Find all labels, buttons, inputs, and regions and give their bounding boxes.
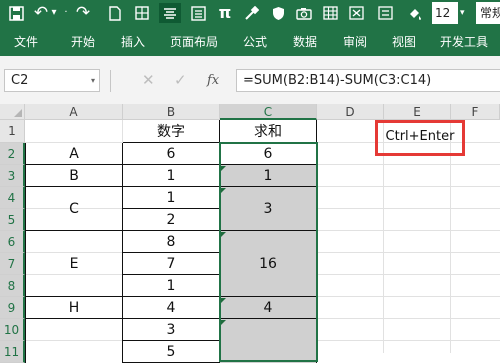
name-box[interactable]: C2 ▾	[4, 69, 100, 92]
ctrl-enter-annotation: Ctrl+Enter	[375, 120, 465, 156]
cell-a2[interactable]: A	[25, 143, 123, 165]
save-icon[interactable]	[6, 3, 26, 23]
cell-a10-merged[interactable]	[25, 319, 123, 363]
row-header-4[interactable]: 4	[0, 187, 25, 209]
tab-formulas[interactable]: 公式	[243, 28, 267, 56]
cell-c3[interactable]: 1	[220, 165, 317, 187]
font-style-box[interactable]: 常规	[476, 2, 500, 24]
cell-c2[interactable]: 6	[220, 143, 317, 165]
tab-file[interactable]: 文件	[14, 28, 38, 56]
overflow-icon[interactable]: ·	[62, 3, 70, 23]
cell-a4-merged[interactable]: C	[25, 187, 123, 231]
cell-a9[interactable]: H	[25, 297, 123, 319]
cell-c6-value: 16	[259, 255, 277, 272]
formula-indicator-icon	[221, 320, 226, 325]
clear-format-icon[interactable]	[346, 3, 366, 23]
select-all-corner[interactable]	[0, 104, 25, 120]
cell-c10-merged[interactable]	[220, 319, 317, 363]
row-header-3[interactable]: 3	[0, 165, 25, 187]
redo-icon[interactable]: ↷	[74, 3, 92, 23]
name-box-value: C2	[11, 73, 29, 88]
list-format-icon[interactable]	[375, 3, 395, 23]
tab-view[interactable]: 视图	[392, 28, 416, 56]
cell-b9[interactable]: 4	[123, 297, 220, 319]
row-header-2[interactable]: 2	[0, 143, 25, 165]
formula-bar: C2 ▾ ✕ ✓ fx =SUM(B2:B14)-SUM(C3:C14)	[0, 56, 500, 104]
cell-b10[interactable]: 3	[123, 319, 220, 341]
row-header-11[interactable]: 11	[0, 341, 25, 363]
formula-indicator-icon	[221, 232, 226, 237]
shield-icon[interactable]	[269, 3, 287, 23]
insert-function-button[interactable]: fx	[207, 69, 219, 92]
name-box-dropdown-icon[interactable]: ▾	[91, 70, 95, 91]
camera-icon[interactable]	[295, 3, 313, 23]
quick-access-toolbar: ↶ ▾ · ↷ π 12 ▾ 常规	[0, 0, 500, 28]
column-header-b[interactable]: B	[123, 104, 220, 120]
cell-b3[interactable]: 1	[123, 165, 220, 187]
cell-a6-merged[interactable]: E	[25, 231, 123, 297]
cell-b5[interactable]: 2	[123, 209, 220, 231]
format-painter-icon[interactable]	[242, 3, 260, 23]
table-icon[interactable]	[320, 3, 340, 23]
undo-dropdown-icon[interactable]: ▾	[49, 3, 59, 23]
cell-c6-merged[interactable]: 16	[220, 231, 317, 297]
tab-insert[interactable]: 插入	[121, 28, 145, 56]
undo-icon[interactable]: ↶	[33, 3, 49, 23]
cell-b2[interactable]: 6	[123, 143, 220, 165]
font-size-box[interactable]: 12	[432, 2, 458, 24]
row-header-10[interactable]: 10	[0, 319, 25, 341]
tab-review[interactable]: 审阅	[343, 28, 367, 56]
cell-c1[interactable]: 求和	[220, 120, 317, 143]
enter-icon[interactable]: ✓	[174, 69, 187, 92]
column-header-e[interactable]: E	[384, 104, 451, 120]
cell-b4[interactable]: 1	[123, 187, 220, 209]
formula-indicator-icon	[221, 298, 226, 303]
column-header-f[interactable]: F	[451, 104, 500, 120]
formula-indicator-icon	[221, 188, 226, 193]
tab-page-layout[interactable]: 页面布局	[170, 28, 218, 56]
column-header-a[interactable]: A	[25, 104, 123, 120]
cell-c9[interactable]: 4	[220, 297, 317, 319]
formula-input[interactable]: =SUM(B2:B14)-SUM(C3:C14)	[236, 69, 500, 92]
cell-a3[interactable]: B	[25, 165, 123, 187]
row-header-8[interactable]: 8	[0, 275, 25, 297]
pi-icon[interactable]: π	[216, 3, 234, 23]
row-header-9[interactable]: 9	[0, 297, 25, 319]
ribbon-tabs: 文件 开始 插入 页面布局 公式 数据 审阅 视图 开发工具	[0, 28, 500, 56]
borders-icon[interactable]	[133, 3, 151, 23]
tab-data[interactable]: 数据	[293, 28, 317, 56]
cell-b7[interactable]: 7	[123, 253, 220, 275]
formula-bar-divider	[110, 70, 111, 92]
cell-b8[interactable]: 1	[123, 275, 220, 297]
row-header-7[interactable]: 7	[0, 253, 25, 275]
fill-color-icon[interactable]	[404, 3, 424, 23]
row-header-1[interactable]: 1	[0, 120, 25, 143]
cancel-icon[interactable]: ✕	[142, 69, 155, 92]
cell-b11[interactable]: 5	[123, 341, 220, 363]
cell-c4-value: 3	[263, 200, 273, 217]
row-header-5[interactable]: 5	[0, 209, 25, 231]
formula-indicator-icon	[221, 166, 226, 171]
tab-home[interactable]: 开始	[71, 28, 95, 56]
font-size-dropdown-icon[interactable]: ▾	[460, 2, 472, 24]
new-document-icon[interactable]	[106, 3, 124, 23]
column-header-c[interactable]: C	[220, 104, 317, 120]
cell-c4-merged[interactable]: 3	[220, 187, 317, 231]
cell-c9-value: 4	[263, 299, 273, 316]
tab-developer[interactable]: 开发工具	[440, 28, 488, 56]
cell-b1[interactable]: 数字	[123, 120, 220, 143]
cell-c3-value: 1	[263, 167, 273, 184]
merge-center-icon[interactable]	[188, 3, 208, 23]
align-center-icon[interactable]	[159, 3, 181, 23]
row-header-6[interactable]: 6	[0, 231, 25, 253]
column-header-d[interactable]: D	[317, 104, 384, 120]
cell-b6[interactable]: 8	[123, 231, 220, 253]
